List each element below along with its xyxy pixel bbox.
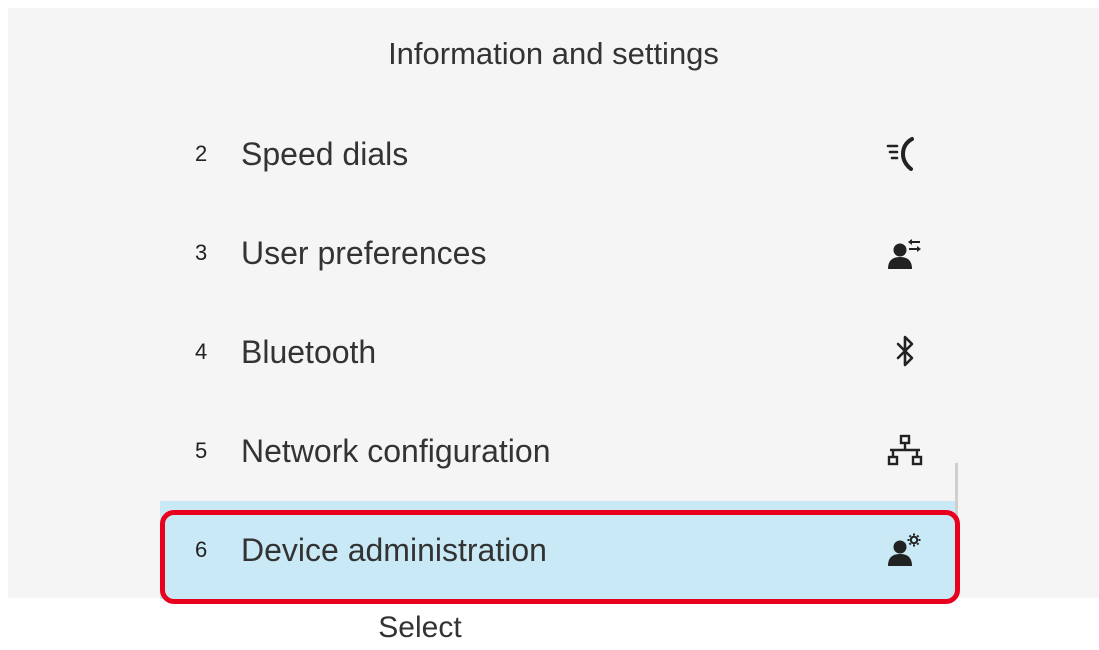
speed-dial-icon xyxy=(886,137,914,171)
bluetooth-icon xyxy=(896,335,914,367)
menu-item-number: 4 xyxy=(195,339,208,364)
menu-item-number: 3 xyxy=(195,240,208,265)
menu-item-label: Network configuration xyxy=(241,433,551,469)
page-title: Information and settings xyxy=(388,36,719,71)
menu-item-number: 6 xyxy=(195,537,208,562)
menu-item-bluetooth[interactable]: 4 Bluetooth xyxy=(160,303,957,401)
device-admin-icon xyxy=(888,533,921,566)
menu-item-speed-dials[interactable]: 2 Speed dials xyxy=(160,105,957,203)
user-preferences-icon xyxy=(888,239,921,269)
scrollbar[interactable] xyxy=(955,463,958,523)
menu-item-label: Bluetooth xyxy=(241,334,377,370)
network-icon xyxy=(887,434,923,466)
menu-item-number: 5 xyxy=(195,438,208,463)
phone-screen: Information and settings 2 Speed dials 3… xyxy=(8,8,1099,599)
menu-item-label: Device administration xyxy=(241,532,547,568)
menu-item-label: Speed dials xyxy=(241,136,409,172)
menu-item-label: User preferences xyxy=(241,235,487,271)
select-softkey[interactable]: Select xyxy=(330,608,510,648)
menu-item-number: 2 xyxy=(195,141,208,166)
menu-item-network-configuration[interactable]: 5 Network configuration xyxy=(160,402,957,500)
menu-item-device-administration[interactable]: 6 Device administration xyxy=(160,501,957,599)
menu-item-user-preferences[interactable]: 3 User preferences xyxy=(160,204,957,302)
